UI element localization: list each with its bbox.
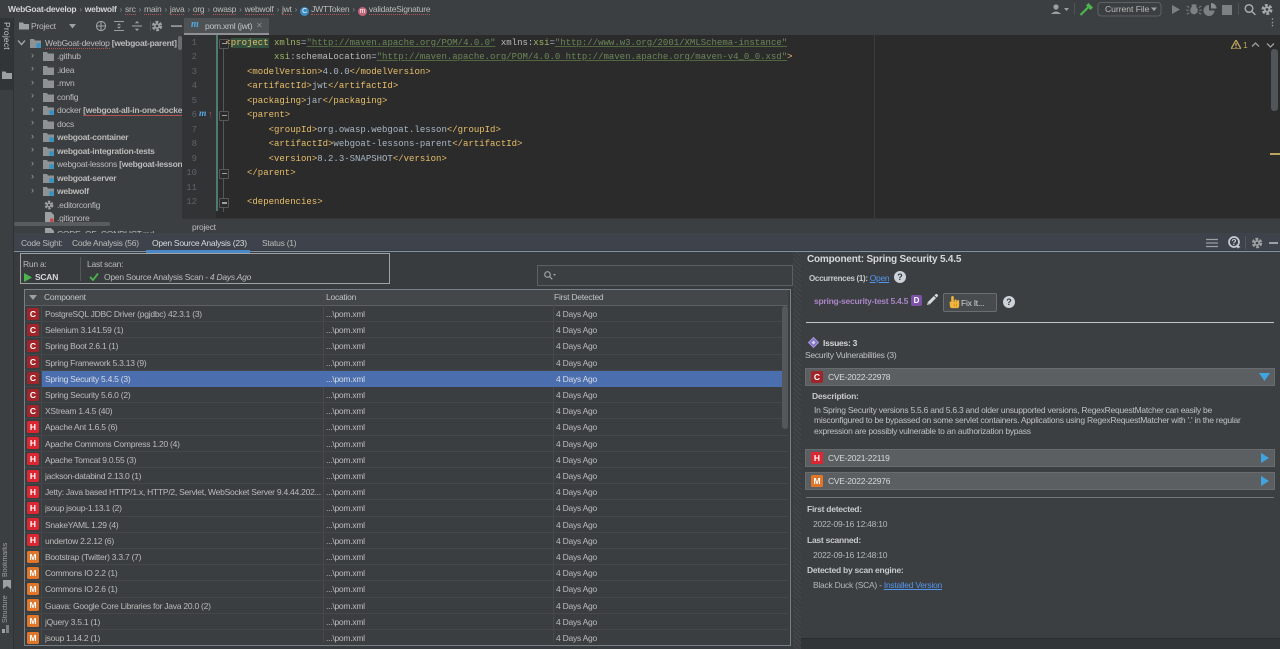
svg-text:?: ? bbox=[1231, 237, 1236, 247]
svg-text:Current File: Current File bbox=[1105, 4, 1150, 14]
